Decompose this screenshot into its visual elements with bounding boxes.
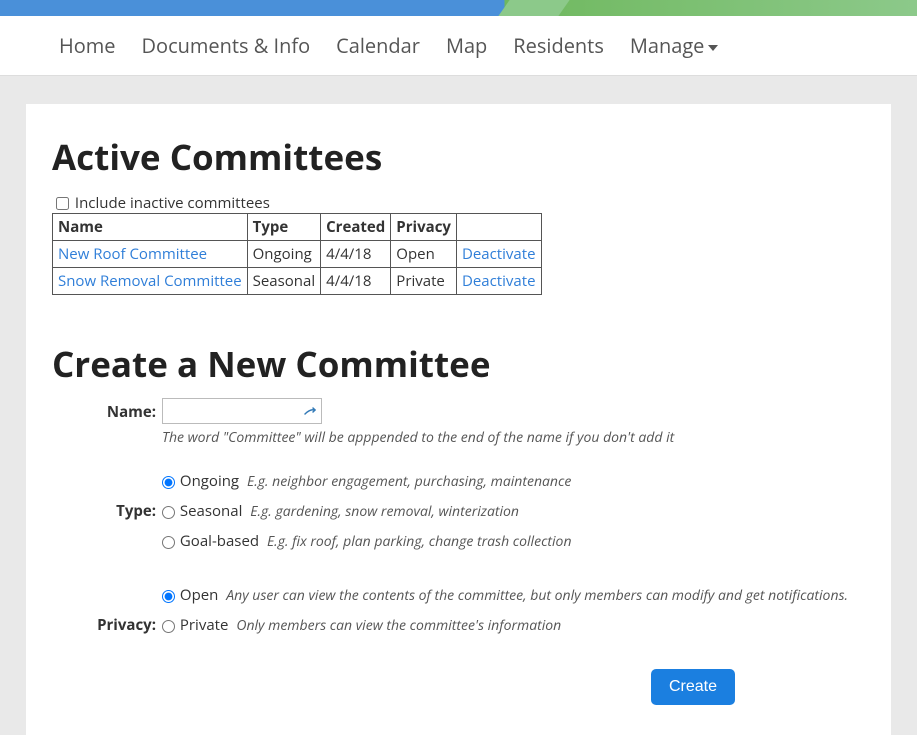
type-goal-radio[interactable] — [162, 536, 175, 549]
committee-name-link[interactable]: Snow Removal Committee — [58, 271, 242, 291]
include-inactive-label: Include inactive committees — [75, 193, 270, 213]
privacy-private-label: Private — [180, 615, 229, 635]
nav-calendar[interactable]: Calendar — [323, 24, 433, 67]
name-hint: The word "Committee" will be apppended t… — [162, 428, 865, 447]
privacy-open-desc: Any user can view the contents of the co… — [226, 586, 848, 605]
name-row: Name: The word "Committee" will be apppe… — [52, 398, 865, 447]
table-header-row: Name Type Created Privacy — [53, 214, 542, 241]
privacy-open-radio[interactable] — [162, 590, 175, 603]
nav-documents[interactable]: Documents & Info — [129, 24, 324, 67]
table-row: New Roof Committee Ongoing 4/4/18 Open D… — [53, 241, 542, 268]
col-privacy: Privacy — [391, 214, 457, 241]
privacy-row: Privacy: Open Any user can view the cont… — [52, 585, 865, 645]
type-goal-label: Goal-based — [180, 531, 259, 551]
nav-residents[interactable]: Residents — [500, 24, 617, 67]
committees-card: Active Committees Include inactive commi… — [26, 104, 891, 735]
col-action — [456, 214, 541, 241]
include-inactive-wrapper[interactable]: Include inactive committees — [52, 193, 270, 213]
nav-manage[interactable]: Manage — [617, 24, 732, 67]
active-committees-heading: Active Committees — [52, 134, 865, 181]
name-label: Name: — [52, 398, 162, 422]
type-seasonal-radio[interactable] — [162, 506, 175, 519]
committee-type: Seasonal — [247, 268, 320, 295]
table-row: Snow Removal Committee Seasonal 4/4/18 P… — [53, 268, 542, 295]
committee-privacy: Private — [391, 268, 457, 295]
committee-privacy: Open — [391, 241, 457, 268]
chevron-down-icon — [708, 45, 718, 51]
include-inactive-checkbox[interactable] — [56, 197, 69, 210]
committee-created: 4/4/18 — [321, 241, 391, 268]
committee-name-input[interactable] — [162, 398, 322, 424]
type-label: Type: — [52, 471, 162, 521]
top-accent-bar — [0, 0, 917, 16]
privacy-private-radio[interactable] — [162, 620, 175, 633]
type-ongoing-desc: E.g. neighbor engagement, purchasing, ma… — [247, 472, 571, 491]
privacy-open-label: Open — [180, 585, 218, 605]
deactivate-link[interactable]: Deactivate — [462, 244, 536, 264]
nav-map[interactable]: Map — [433, 24, 500, 67]
privacy-label: Privacy: — [52, 585, 162, 635]
type-row: Type: Ongoing E.g. neighbor engagement, … — [52, 471, 865, 561]
nav-manage-label: Manage — [630, 32, 705, 59]
type-goal-desc: E.g. fix roof, plan parking, change tras… — [267, 532, 572, 551]
type-ongoing-radio[interactable] — [162, 476, 175, 489]
main-navbar: Home Documents & Info Calendar Map Resid… — [0, 16, 917, 76]
committee-created: 4/4/18 — [321, 268, 391, 295]
col-created: Created — [321, 214, 391, 241]
deactivate-link[interactable]: Deactivate — [462, 271, 536, 291]
create-button[interactable]: Create — [651, 669, 735, 705]
nav-home[interactable]: Home — [46, 24, 129, 67]
type-seasonal-desc: E.g. gardening, snow removal, winterizat… — [250, 502, 519, 521]
committee-name-link[interactable]: New Roof Committee — [58, 244, 207, 264]
col-name: Name — [53, 214, 248, 241]
committee-type: Ongoing — [247, 241, 320, 268]
col-type: Type — [247, 214, 320, 241]
type-seasonal-label: Seasonal — [180, 501, 242, 521]
committees-table: Name Type Created Privacy New Roof Commi… — [52, 213, 542, 295]
type-ongoing-label: Ongoing — [180, 471, 239, 491]
privacy-private-desc: Only members can view the committee's in… — [236, 616, 561, 635]
create-committee-heading: Create a New Committee — [52, 341, 865, 388]
